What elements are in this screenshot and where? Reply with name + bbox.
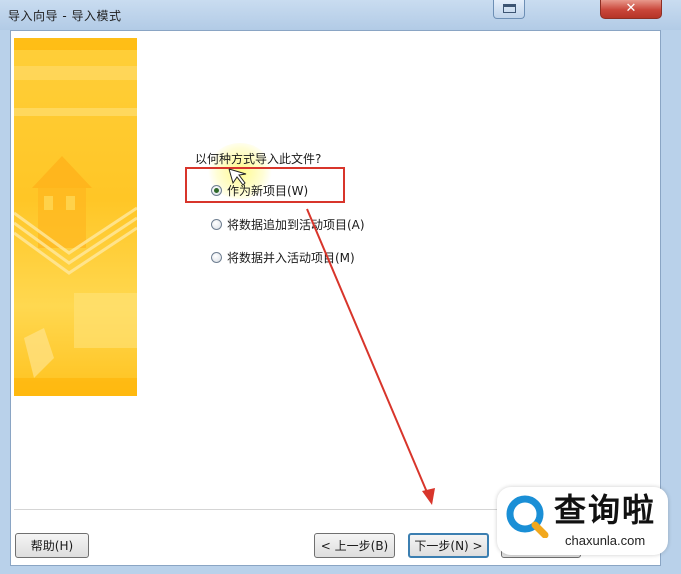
close-button[interactable]: ✕	[600, 0, 662, 19]
restore-button[interactable]	[493, 0, 525, 19]
wizard-content: 以何种方式导入此文件? 作为新项目(W) 将数据追加到活动项目(A) 将数据并入…	[10, 30, 661, 566]
import-question-label: 以何种方式导入此文件?	[195, 152, 322, 166]
wizard-banner-image	[14, 38, 137, 396]
option-merge-into-active-project[interactable]: 将数据并入活动项目(M)	[211, 248, 355, 266]
option-label: 将数据追加到活动项目(A)	[227, 217, 365, 232]
close-icon: ✕	[625, 1, 637, 16]
radio-unselected-icon[interactable]	[211, 251, 222, 263]
title-bar[interactable]: 导入向导 - 导入模式 ✕	[0, 0, 681, 30]
help-button[interactable]: 帮助(H)	[15, 533, 89, 558]
window-title: 导入向导 - 导入模式	[8, 9, 122, 23]
radio-unselected-icon[interactable]	[211, 218, 222, 230]
search-magnifier-icon	[506, 495, 549, 538]
watermark-name: 查询啦	[554, 491, 657, 529]
restore-icon	[503, 4, 516, 13]
next-button[interactable]: 下一步(N) >	[408, 533, 489, 558]
back-button[interactable]: < 上一步(B)	[314, 533, 395, 558]
option-append-to-active-project[interactable]: 将数据追加到活动项目(A)	[211, 215, 365, 233]
import-wizard-window: 导入向导 - 导入模式 ✕ 以何种方式导入此文件? 作为新项目(W) 将数据追加…	[0, 0, 681, 574]
annotation-highlight-box	[185, 167, 345, 203]
option-label: 将数据并入活动项目(M)	[227, 250, 355, 265]
watermark-logo: 查询啦 chaxunla.com	[497, 487, 668, 555]
watermark-url: chaxunla.com	[565, 533, 646, 548]
